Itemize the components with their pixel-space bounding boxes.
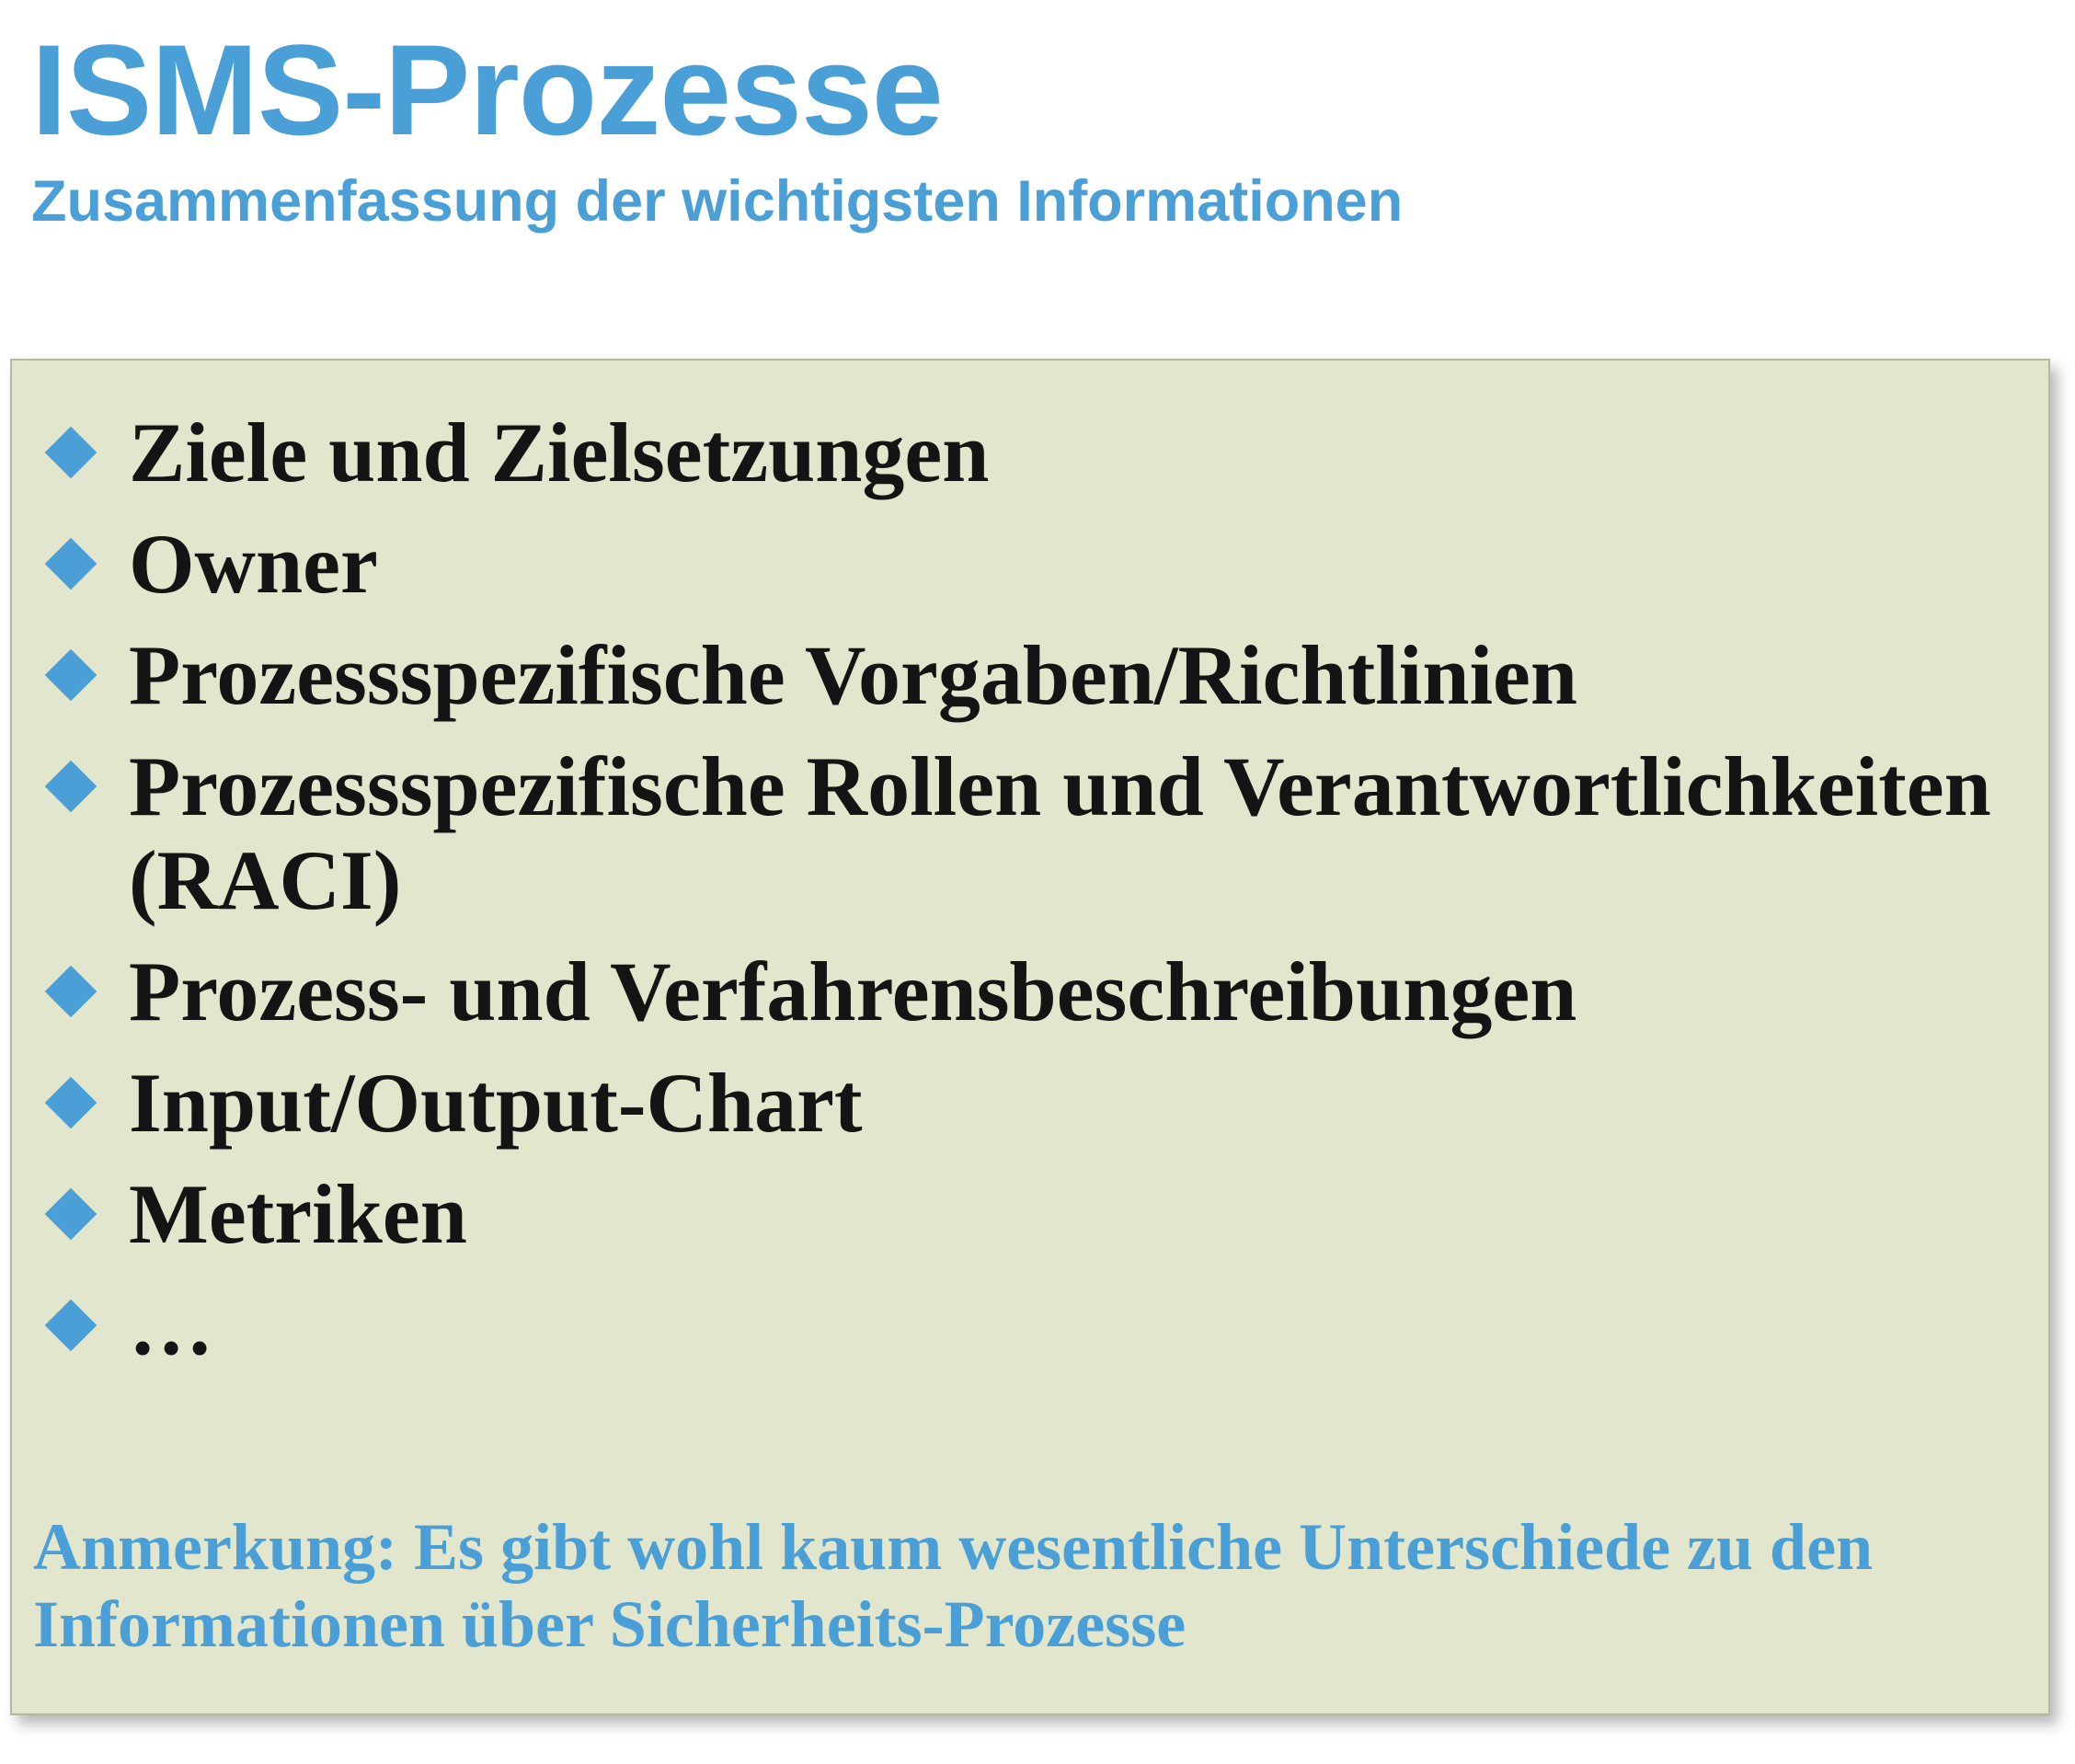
diamond-bullet-icon [44, 537, 97, 590]
content-panel: Ziele und Zielsetzungen Owner Prozessspe… [10, 359, 2050, 1715]
list-item-label: Prozessspezifische Rollen und Verantwort… [129, 739, 1991, 833]
page-title: ISMS-Prozesse [31, 17, 944, 162]
list-item-label: Owner [129, 517, 378, 611]
diamond-bullet-icon [44, 965, 97, 1018]
list-item-label: Prozess- und Verfahrensbeschreibungen [129, 945, 1577, 1038]
page-subtitle: Zusammenfassung der wichtigsten Informat… [31, 169, 1404, 234]
diamond-bullet-icon [44, 760, 97, 813]
list-item-label-continuation: (RACI) [129, 833, 402, 927]
list-item-label: Input/Output-Chart [129, 1056, 863, 1150]
diamond-bullet-icon [44, 1187, 97, 1241]
list-item-label: Ziele und Zielsetzungen [129, 406, 990, 499]
list-item-label: … [129, 1278, 213, 1372]
list-item-label: Metriken [129, 1167, 467, 1261]
list-item-label: Prozessspezifische Vorgaben/Richtlinien [129, 628, 1578, 722]
diamond-bullet-icon [44, 426, 97, 479]
diamond-bullet-icon [44, 1076, 97, 1129]
diamond-bullet-icon [44, 1299, 97, 1352]
annotation-note: Anmerkung: Es gibt wohl kaum wesentliche… [33, 1510, 1874, 1661]
diamond-bullet-icon [44, 648, 97, 702]
